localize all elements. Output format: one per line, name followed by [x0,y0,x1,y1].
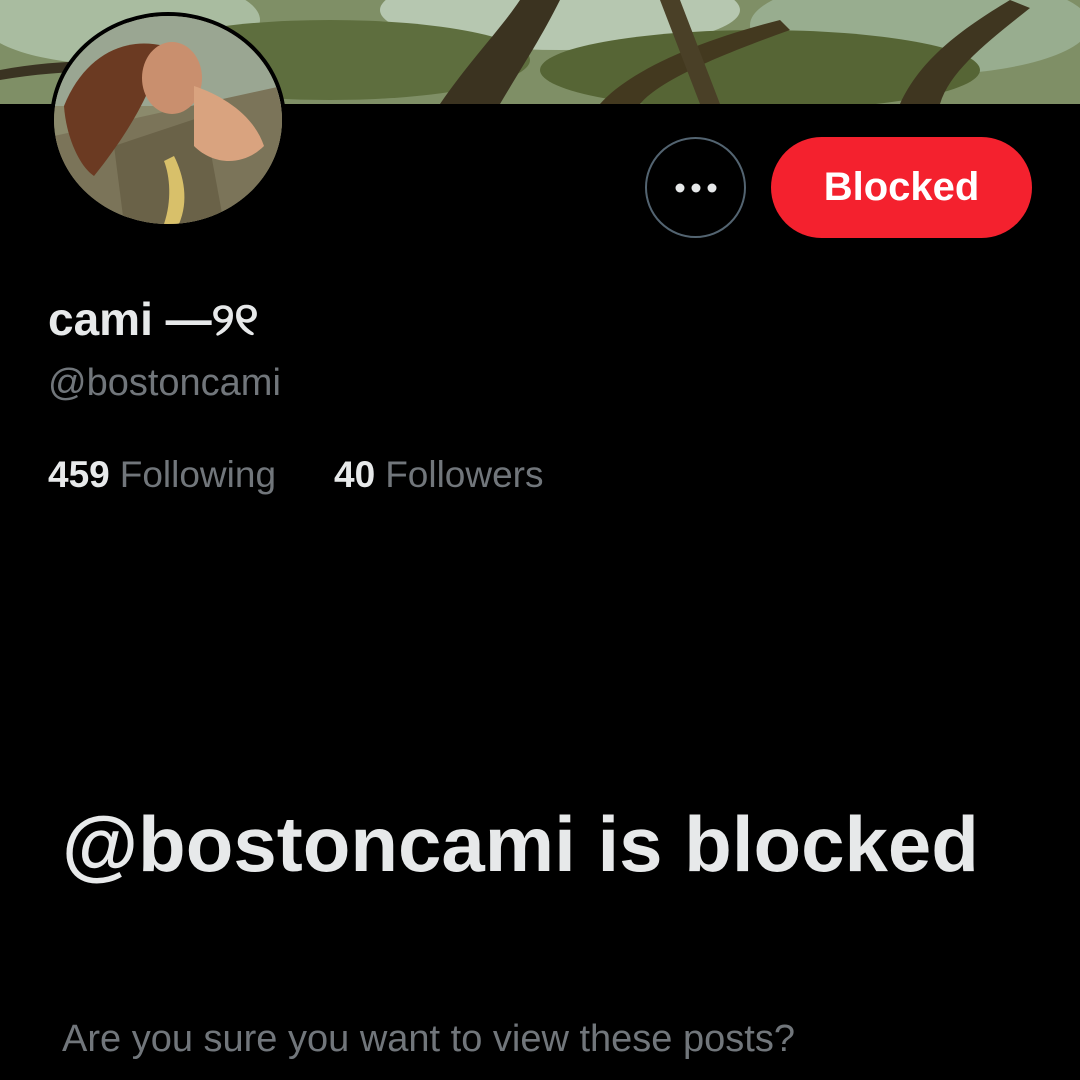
more-options-button[interactable] [645,137,746,238]
profile-stats: 459 Following 40 Followers [48,454,544,496]
following-count: 459 [48,454,110,495]
blocked-button[interactable]: Blocked [771,137,1032,238]
following-label: Following [119,454,277,495]
profile-handle: @bostoncami [48,362,281,404]
following-link[interactable]: 459 Following [48,454,276,496]
display-name: cami —୨୧ [48,293,259,345]
followers-count: 40 [334,454,376,495]
followers-link[interactable]: 40 Followers [334,454,543,496]
more-horizontal-icon [675,183,716,192]
avatar[interactable] [50,12,286,228]
followers-label: Followers [385,454,544,495]
blocked-notice-title: @bostoncami is blocked [62,800,979,888]
avatar-image [54,16,282,224]
blocked-notice-subtitle: Are you sure you want to view these post… [62,1018,795,1060]
